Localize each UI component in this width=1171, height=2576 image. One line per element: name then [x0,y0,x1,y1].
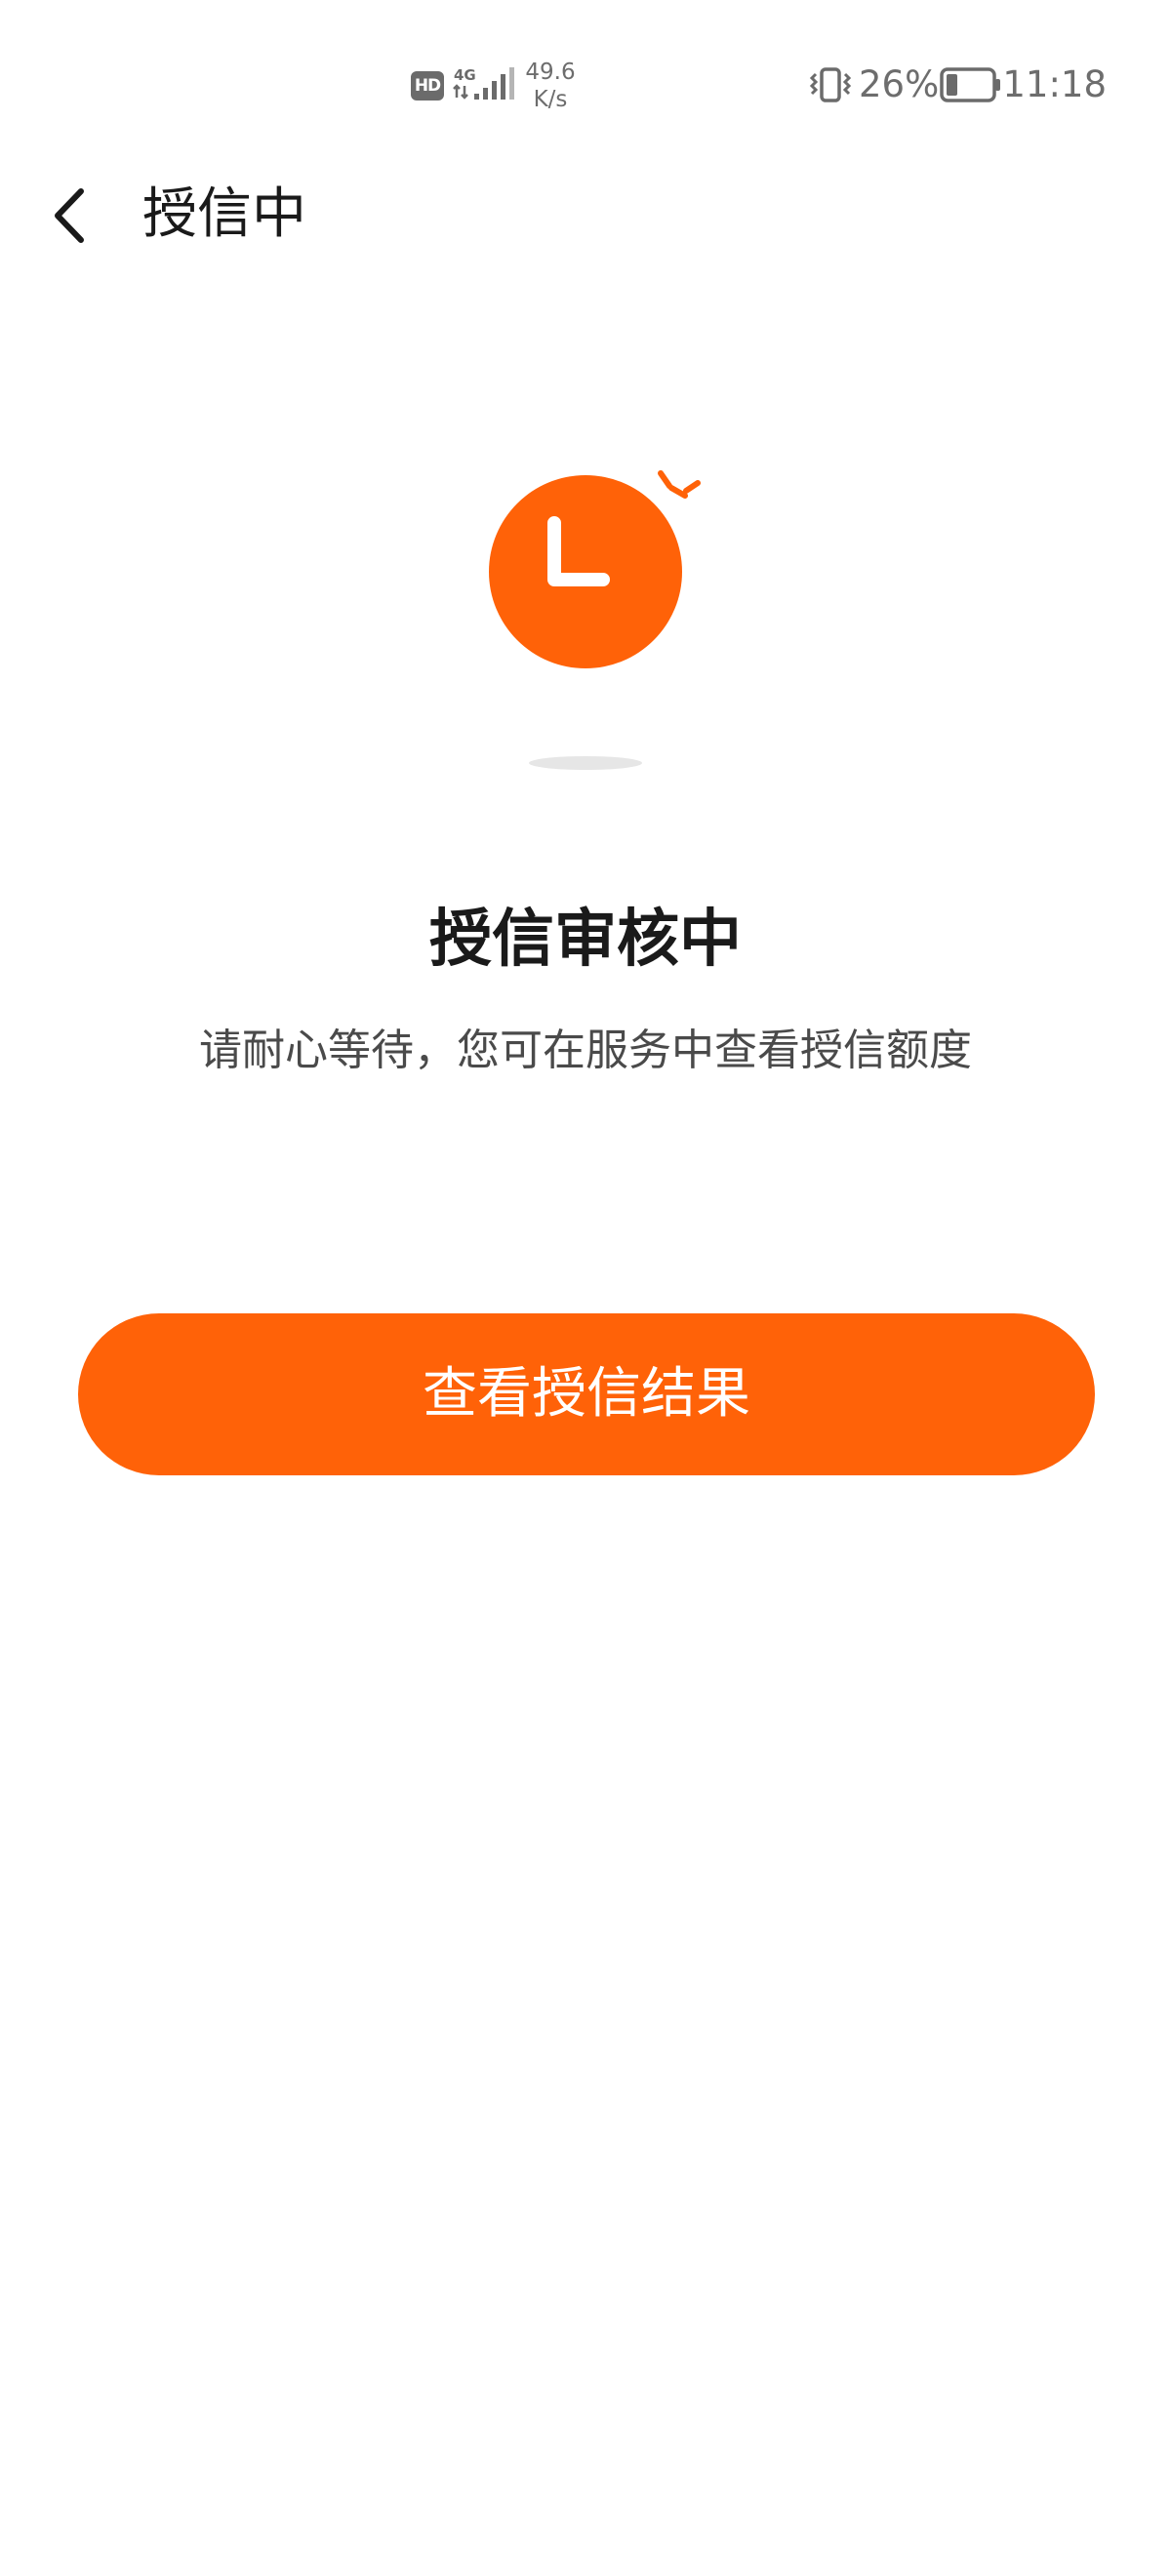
vibrate-icon [809,67,852,102]
clock-icon [489,470,701,770]
battery-icon [940,67,1000,102]
network-speed-value: 49.6 [525,60,576,85]
status-title: 授信审核中 [429,904,742,976]
battery-percent: 26% [859,63,940,105]
status-subtitle: 请耐心等待，您可在服务中查看授信额度 [199,1026,972,1075]
svg-text:4G: 4G [454,66,476,84]
clock-shadow [529,756,642,770]
signal-4g-icon: 4G [453,66,514,100]
network-speed-unit: K/s [533,87,568,112]
network-speed: 49.6 K/s [519,59,582,113]
status-bar: HD 4G 49.6 K/s 26% 11:18 [0,0,1171,172]
page-title: 授信中 [142,182,306,246]
clock-time: 11:18 [1002,63,1107,105]
chevron-left-icon [55,188,84,243]
hd-voice-icon: HD [411,71,444,101]
view-credit-result-button[interactable]: 查看授信结果 [78,1313,1095,1475]
back-button[interactable] [35,172,103,260]
